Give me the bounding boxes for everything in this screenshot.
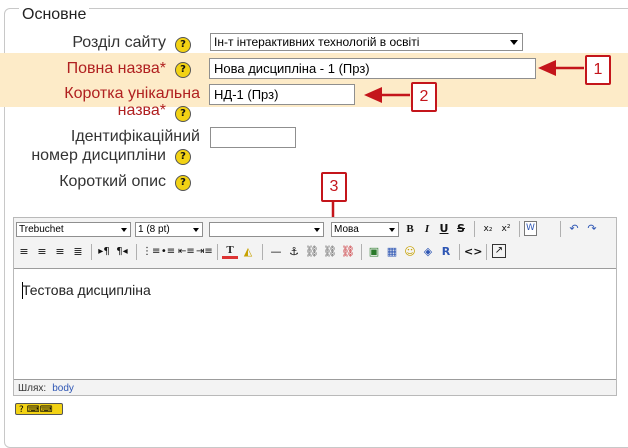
- callout-number-1: 1: [585, 55, 611, 85]
- font-family-value: Trebuchet: [19, 224, 64, 235]
- smiley-icon[interactable]: ☺: [402, 244, 418, 260]
- insert-image-icon[interactable]: ▣: [366, 244, 382, 260]
- language-select[interactable]: Мова: [331, 222, 399, 237]
- indent-icon[interactable]: ⇥≡: [196, 244, 213, 260]
- html-editor: Trebuchet 1 (8 pt) Мова B I U S x₂ x² W …: [13, 217, 617, 396]
- align-left-icon[interactable]: ≡: [16, 244, 32, 260]
- toolbar-separator: [262, 244, 263, 260]
- subscript-icon[interactable]: x₂: [480, 221, 496, 237]
- ltr-icon[interactable]: ▸¶: [96, 244, 112, 260]
- toolbar-separator: [91, 244, 92, 260]
- font-size-select[interactable]: 1 (8 pt): [135, 222, 203, 237]
- superscript-icon[interactable]: x²: [498, 221, 514, 237]
- paste-word-icon[interactable]: W: [524, 221, 537, 236]
- keyboard-help-glyph: ?: [19, 405, 24, 415]
- chevron-down-icon: [389, 228, 395, 232]
- toolbar-separator: [217, 244, 218, 260]
- align-justify-icon[interactable]: ≣: [70, 244, 86, 260]
- anchor-icon[interactable]: ⚓: [286, 244, 302, 260]
- chevron-down-icon: [121, 228, 127, 232]
- strikethrough-icon[interactable]: S: [453, 221, 469, 237]
- html-source-icon[interactable]: <>: [464, 244, 482, 260]
- background-color-icon[interactable]: ◭: [240, 244, 256, 260]
- toolbar-separator: [136, 244, 137, 260]
- toolbar-separator: [474, 221, 475, 237]
- toolbar-separator: [560, 221, 561, 237]
- unlink-icon[interactable]: ⛓: [322, 244, 338, 260]
- special-char-icon[interactable]: ◈: [420, 244, 436, 260]
- outdent-icon[interactable]: ⇤≡: [178, 244, 195, 260]
- align-center-icon[interactable]: ≡: [34, 244, 50, 260]
- bold-icon[interactable]: B: [402, 221, 418, 237]
- align-right-icon[interactable]: ≡: [52, 244, 68, 260]
- undo-icon[interactable]: ↶: [566, 221, 582, 237]
- callout-number-3: 3: [321, 172, 347, 202]
- arrow-head-1: [538, 60, 556, 76]
- font-family-select[interactable]: Trebuchet: [16, 222, 131, 237]
- search-replace-icon[interactable]: R: [438, 244, 454, 260]
- editor-path-bar: Шлях: body: [18, 383, 74, 394]
- insert-table-icon[interactable]: ▦: [384, 244, 400, 260]
- language-value: Мова: [334, 224, 359, 235]
- callout-number-2: 2: [411, 82, 437, 112]
- path-label: Шлях:: [18, 383, 47, 394]
- format-select[interactable]: [209, 222, 324, 237]
- fullscreen-icon[interactable]: ↗: [492, 244, 506, 258]
- keyboard-help-icon[interactable]: ? ⌨⌨: [15, 403, 63, 415]
- rtl-icon[interactable]: ¶◂: [114, 244, 130, 260]
- chevron-down-icon: [193, 228, 199, 232]
- toolbar-separator: [519, 221, 520, 237]
- toolbar-separator: [486, 244, 487, 260]
- unordered-list-icon[interactable]: •≡: [160, 244, 176, 260]
- arrow-head-2: [364, 87, 382, 103]
- link-icon[interactable]: ⛓: [304, 244, 320, 260]
- chevron-down-icon: [314, 228, 320, 232]
- horizontal-rule-icon[interactable]: —: [268, 244, 284, 260]
- path-body-link[interactable]: body: [52, 383, 74, 394]
- text-color-icon[interactable]: T: [222, 244, 238, 259]
- toolbar-separator: [361, 244, 362, 260]
- ordered-list-icon[interactable]: ⋮≡: [142, 244, 160, 260]
- toolbar-separator: [459, 244, 460, 260]
- italic-icon[interactable]: I: [419, 221, 435, 237]
- editor-content-text: Тестова дисципліна: [22, 282, 151, 298]
- nolink-icon[interactable]: ⛓: [340, 244, 356, 260]
- redo-icon[interactable]: ↷: [584, 221, 600, 237]
- underline-icon[interactable]: U: [436, 221, 452, 237]
- editor-content-area[interactable]: Тестова дисципліна: [14, 268, 616, 380]
- font-size-value: 1 (8 pt): [138, 224, 170, 235]
